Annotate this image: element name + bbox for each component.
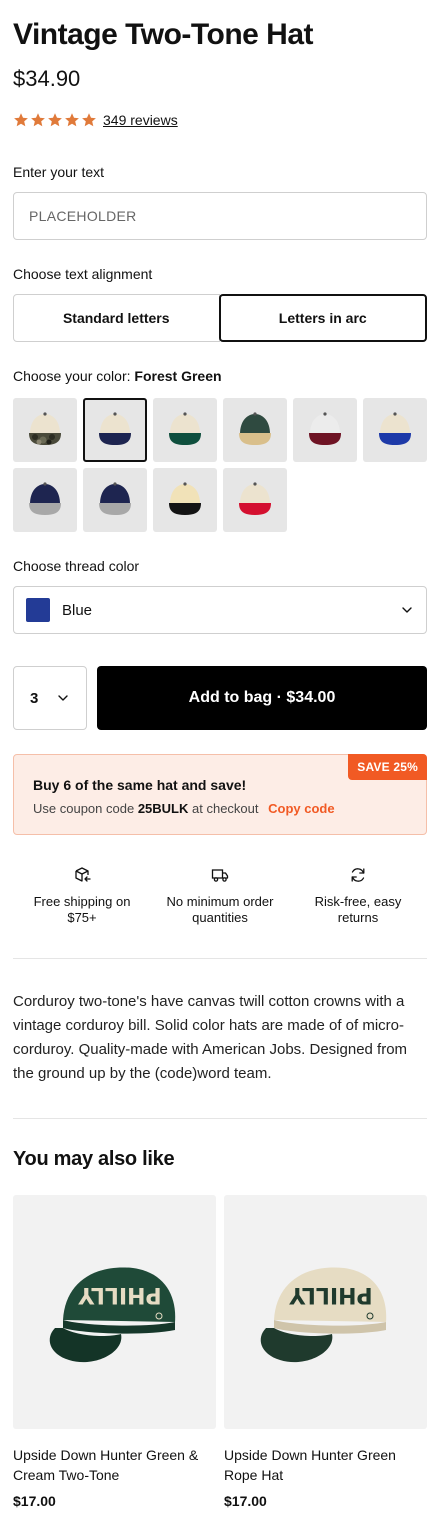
selected-color-name: Forest Green (134, 368, 222, 384)
feature-free-shipping: Free shipping on $75+ (13, 866, 151, 932)
product-price: $34.90 (13, 66, 81, 91)
promo-line: Use coupon code 25BULK at checkout Copy … (33, 801, 335, 816)
letters-in-arc-option[interactable]: Letters in arc (218, 294, 427, 342)
color-swatch[interactable] (153, 398, 217, 462)
hat-thumbnail (29, 482, 61, 515)
color-swatch[interactable] (223, 398, 287, 462)
hat-thumbnail (379, 412, 411, 445)
star-icon (65, 113, 79, 127)
hat-thumbnail (169, 482, 201, 515)
related-product-card[interactable]: PHILLY Upside Down Hunter Green Rope Hat… (224, 1195, 427, 1509)
feature-easy-returns: Risk-free, easy returns (289, 866, 427, 932)
product-description: Corduroy two-tone's have canvas twill co… (13, 993, 408, 1082)
hat-thumbnail (309, 412, 341, 445)
product-title: Vintage Two-Tone Hat (13, 18, 314, 51)
hat-lettering: PHILLY (77, 1282, 161, 1307)
alignment-toggle: Standard letters Letters in arc (13, 294, 427, 342)
color-label: Choose your color: Forest Green (13, 368, 222, 384)
save-badge: SAVE 25% (348, 754, 427, 780)
color-swatch[interactable] (153, 468, 217, 532)
add-to-bag-button[interactable]: Add to bag · $34.00 (97, 666, 427, 730)
alignment-label: Choose text alignment (13, 266, 153, 282)
star-icon (14, 113, 28, 127)
color-swatch[interactable] (363, 398, 427, 462)
feature-no-minimum: No minimum order quantities (151, 866, 289, 932)
color-swatch[interactable] (13, 398, 77, 462)
related-product-price: $17.00 (13, 1493, 56, 1509)
bulk-promo-banner: SAVE 25% Buy 6 of the same hat and save!… (13, 754, 427, 835)
product-image[interactable]: PHILLY (13, 1195, 216, 1429)
product-image[interactable]: PHILLY (224, 1195, 427, 1429)
quantity-value: 3 (30, 689, 39, 707)
feature-text: No minimum order quantities (166, 894, 274, 925)
color-label-prefix: Choose your color: (13, 368, 131, 384)
custom-text-input[interactable] (13, 192, 427, 240)
copy-code-link[interactable]: Copy code (268, 801, 334, 816)
color-swatch[interactable] (83, 398, 147, 462)
thread-color-select[interactable]: Blue (13, 586, 427, 634)
reviews-link[interactable]: 349 reviews (103, 112, 178, 128)
divider (13, 958, 427, 959)
star-icon (31, 113, 45, 127)
promo-title: Buy 6 of the same hat and save! (33, 777, 247, 793)
truck-icon (211, 869, 229, 882)
text-input-label: Enter your text (13, 164, 105, 180)
feature-list: Free shipping on $75+ No minimum order q… (13, 866, 427, 932)
chevron-down-icon (402, 607, 412, 613)
hat-thumbnail (29, 412, 61, 445)
related-product-name[interactable]: Upside Down Hunter Green & Cream Two-Ton… (13, 1445, 216, 1485)
promo-line-suffix: at checkout (192, 801, 259, 816)
color-swatch[interactable] (293, 398, 357, 462)
thread-label: Choose thread color (13, 558, 140, 574)
hat-thumbnail (99, 412, 131, 445)
related-product-name[interactable]: Upside Down Hunter Green Rope Hat (224, 1445, 427, 1485)
hat-thumbnail (99, 482, 131, 515)
thread-color-value: Blue (62, 601, 93, 619)
refresh-icon (351, 868, 365, 882)
promo-line-prefix: Use coupon code (33, 801, 135, 816)
hat-thumbnail (169, 412, 201, 445)
rating-row: 349 reviews (13, 112, 178, 128)
color-swatch[interactable] (83, 468, 147, 532)
quantity-select[interactable]: 3 (13, 666, 87, 730)
hat-image: PHILLY (260, 1267, 386, 1363)
hat-thumbnail (239, 482, 271, 515)
thread-color-chip (26, 598, 50, 622)
star-icon (82, 113, 96, 127)
related-product-card[interactable]: PHILLY Upside Down Hunter Green & Cream … (13, 1195, 216, 1509)
coupon-code: 25BULK (137, 801, 189, 816)
hat-image: PHILLY (49, 1267, 175, 1363)
color-swatch[interactable] (13, 468, 77, 532)
hat-lettering: PHILLY (288, 1282, 372, 1307)
divider (13, 1118, 427, 1119)
feature-text: Free shipping on $75+ (33, 894, 131, 925)
star-rating (13, 112, 97, 128)
box-return-icon (75, 867, 91, 882)
related-product-price: $17.00 (224, 1493, 267, 1509)
feature-text: Risk-free, easy returns (314, 894, 402, 925)
related-title: You may also like (13, 1148, 175, 1170)
star-icon (48, 113, 62, 127)
hat-thumbnail (239, 412, 271, 445)
color-swatch[interactable] (223, 468, 287, 532)
chevron-down-icon (58, 695, 68, 701)
standard-letters-option[interactable]: Standard letters (13, 294, 220, 342)
